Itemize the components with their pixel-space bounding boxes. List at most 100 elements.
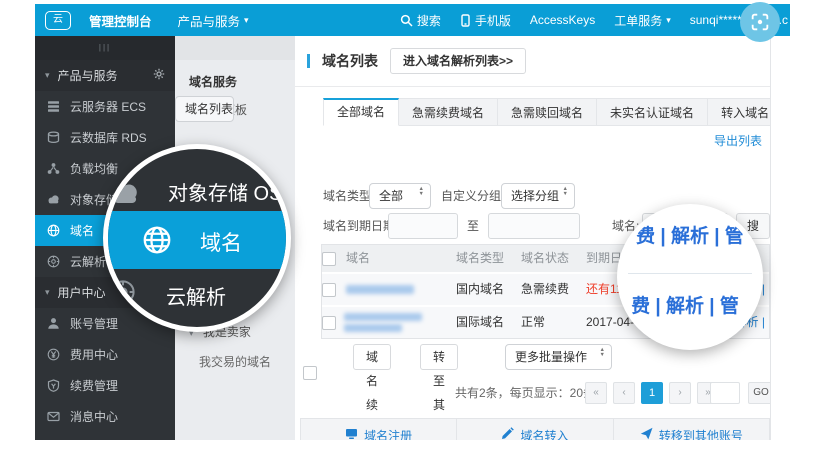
sidebar-item-label: 费用中心 xyxy=(70,346,118,363)
cell-domain-type: 国内域名 xyxy=(456,274,504,305)
register-icon xyxy=(345,427,358,440)
server-icon xyxy=(47,100,60,113)
magnified-action-links: 费 | 解析 | 管 xyxy=(617,291,753,318)
domain-type-value: 全部 xyxy=(379,189,403,203)
nav-search-label: 搜索 xyxy=(417,12,441,29)
sidebar-collapse-handle[interactable]: ||| xyxy=(35,36,175,60)
chevron-down-icon: ▾ xyxy=(666,16,671,25)
sidebar-item-label: 域名 xyxy=(70,222,94,239)
sidebar-item-renewal[interactable]: 续费管理 xyxy=(35,370,175,401)
page-go-button[interactable]: GO xyxy=(748,382,771,404)
page-prev-button[interactable]: ‹ xyxy=(613,382,635,404)
cloud-icon xyxy=(110,179,140,212)
footer-domain-register[interactable]: 域名注册 xyxy=(301,419,456,440)
phone-icon xyxy=(460,14,471,27)
select-all-checkbox[interactable] xyxy=(322,252,336,266)
nav-mobile[interactable]: 手机版 xyxy=(460,12,511,29)
sidebar-item-ecs[interactable]: 云服务器 ECS xyxy=(35,91,175,122)
magnifier-circle-actions: 费 | 解析 | 管 费 | 解析 | 管 xyxy=(617,204,763,350)
pagination-summary: 共有2条，每页显示：20条 xyxy=(455,382,595,404)
redacted-domain-name xyxy=(344,324,402,332)
custom-group-select[interactable]: 选择分组 ▲▼ xyxy=(501,183,575,209)
export-list-link[interactable]: 导出列表 xyxy=(714,132,762,149)
domain-tabs: 全部域名 急需续费域名 急需赎回域名 未实名认证域名 转入域名 预登记域名 xyxy=(323,98,771,126)
gear-icon[interactable] xyxy=(153,68,165,83)
chevron-down-icon: ▾ xyxy=(45,288,50,297)
batch-select-checkbox[interactable] xyxy=(303,366,317,380)
nav-tickets-label: 工单服务 xyxy=(614,12,662,29)
nav-tickets-menu[interactable]: 工单服务 ▾ xyxy=(614,12,671,29)
batch-transfer-button[interactable]: 转至其他账号 xyxy=(420,344,458,370)
top-navbar: 云 管理控制台 产品与服务 ▾ 搜索 手机版 xyxy=(35,4,790,36)
page-number-current[interactable]: 1 xyxy=(641,382,663,404)
search-icon xyxy=(400,14,413,27)
domain-type-select[interactable]: 全部 ▲▼ xyxy=(369,183,431,209)
globe-icon xyxy=(47,224,60,237)
sidebar-item-label: 续费管理 xyxy=(70,377,118,394)
expiry-to-input[interactable] xyxy=(488,213,580,239)
tab-unverified[interactable]: 未实名认证域名 xyxy=(597,98,708,126)
footer-domain-transfer-in[interactable]: 域名转入 xyxy=(456,419,612,440)
subnav-item-traded-domains[interactable]: 我交易的域名 xyxy=(175,350,295,374)
batch-renew-button[interactable]: 域名续费 xyxy=(353,344,391,370)
magnifier-circle-sidebar: 对象存储 OS 域名 云解析 xyxy=(103,144,291,332)
page-next-button[interactable]: › xyxy=(669,382,691,404)
dns-gear-icon xyxy=(110,279,136,308)
nav-mobile-label: 手机版 xyxy=(475,12,511,29)
footer-domain-transfer-out[interactable]: 转移到其他账号 xyxy=(613,419,769,440)
select-spinner-icon: ▲▼ xyxy=(419,187,424,197)
col-domain-status: 域名状态 xyxy=(521,245,569,272)
sidebar-section-label: 用户中心 xyxy=(58,284,106,301)
sidebar-item-messages[interactable]: 消息中心 xyxy=(35,401,175,432)
batch-more-select[interactable]: 更多批量操作 ▲▼ xyxy=(505,344,612,370)
dns-gear-icon xyxy=(47,255,60,268)
envelope-icon xyxy=(47,410,60,423)
footer-link-label: 域名转入 xyxy=(520,427,568,440)
custom-group-label: 自定义分组: xyxy=(441,183,504,209)
sidebar-item-billing[interactable]: 费用中心 xyxy=(35,339,175,370)
col-domain: 域名 xyxy=(346,245,370,272)
subnav-item-domain-list[interactable]: 域名列表 xyxy=(175,96,234,122)
nav-console[interactable]: 管理控制台 xyxy=(89,11,152,30)
cell-domain-type: 国际域名 xyxy=(456,307,504,338)
subnav-strip xyxy=(175,36,295,60)
nav-products-menu[interactable]: 产品与服务 ▾ xyxy=(178,11,249,30)
load-balancer-icon xyxy=(47,162,60,175)
page-title: 域名列表 xyxy=(322,51,378,71)
pencil-icon xyxy=(501,427,514,440)
page-jump-input[interactable] xyxy=(710,382,740,404)
expiry-from-input[interactable] xyxy=(388,213,458,239)
magnified-domain-label: 域名 xyxy=(200,227,242,257)
globe-icon xyxy=(142,225,172,258)
enter-dns-list-button[interactable]: 进入域名解析列表>> xyxy=(390,48,526,74)
page-first-button[interactable]: « xyxy=(585,382,607,404)
tab-all-domains[interactable]: 全部域名 xyxy=(323,98,399,126)
chevron-down-icon: ▾ xyxy=(244,16,249,25)
tab-transfer-in[interactable]: 转入域名 xyxy=(708,98,771,126)
yen-circle-icon xyxy=(47,348,60,361)
cell-domain-status: 正常 xyxy=(521,307,545,338)
sidebar-section-products[interactable]: ▾ 产品与服务 xyxy=(35,60,175,91)
nav-search[interactable]: 搜索 xyxy=(400,12,441,29)
header-divider xyxy=(295,86,770,87)
database-icon xyxy=(47,131,60,144)
nav-accesskeys[interactable]: AccessKeys xyxy=(530,13,595,27)
row-checkbox[interactable] xyxy=(322,316,336,330)
aliyun-logo-icon[interactable]: 云 xyxy=(45,11,71,30)
col-domain-type: 域名类型 xyxy=(456,245,504,272)
title-accent-bar xyxy=(307,54,310,68)
custom-group-value: 选择分组 xyxy=(511,189,559,203)
row-checkbox[interactable] xyxy=(322,283,336,297)
tab-redeem-urgent[interactable]: 急需赎回域名 xyxy=(498,98,597,126)
footer-quick-links: 域名注册 域名转入 转移到其他账号 xyxy=(300,418,770,440)
cell-domain-status: 急需续费 xyxy=(521,274,569,305)
tab-renew-urgent[interactable]: 急需续费域名 xyxy=(399,98,498,126)
domain-type-label: 域名类型: xyxy=(323,183,374,209)
select-spinner-icon: ▲▼ xyxy=(563,187,568,197)
paper-plane-icon xyxy=(640,427,653,440)
shield-icon xyxy=(47,379,60,392)
magnified-oss-item: 对象存储 OS xyxy=(108,149,286,211)
top-navbar-right: 搜索 手机版 AccessKeys 工单服务 ▾ sunqi******@163… xyxy=(400,12,790,29)
footer-link-label: 转移到其他账号 xyxy=(659,427,743,440)
magnified-action-links: 费 | 解析 | 管 xyxy=(622,221,758,248)
